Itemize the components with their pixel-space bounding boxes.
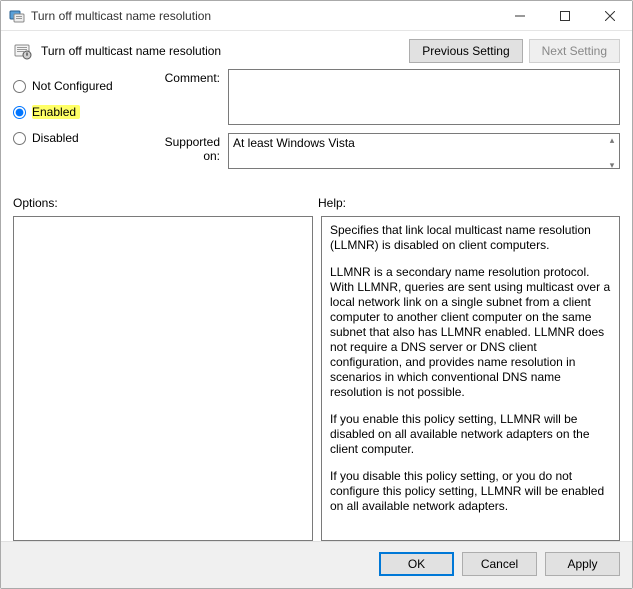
comment-field: Comment: — [148, 69, 620, 125]
radio-not-configured-label: Not Configured — [32, 79, 113, 93]
supported-label: Supported on: — [148, 133, 228, 172]
ok-button[interactable]: OK — [379, 552, 454, 576]
titlebar: Turn off multicast name resolution — [1, 1, 632, 31]
radio-enabled-input[interactable] — [13, 106, 26, 119]
close-button[interactable] — [587, 1, 632, 30]
app-icon — [9, 8, 25, 24]
fields-column: Comment: Supported on: At least Windows … — [148, 69, 620, 180]
pane-labels: Options: Help: — [13, 196, 620, 210]
radio-disabled[interactable]: Disabled — [13, 131, 148, 145]
policy-dialog: Turn off multicast name resolution — [0, 0, 633, 589]
maximize-button[interactable] — [542, 1, 587, 30]
footer: OK Cancel Apply — [1, 541, 632, 588]
radio-disabled-label: Disabled — [32, 131, 79, 145]
radio-enabled-label: Enabled — [32, 105, 80, 119]
help-paragraph: LLMNR is a secondary name resolution pro… — [330, 265, 611, 400]
panes: Specifies that link local multicast name… — [13, 216, 620, 541]
window-controls — [497, 1, 632, 30]
help-pane[interactable]: Specifies that link local multicast name… — [321, 216, 620, 541]
nav-buttons: Previous Setting Next Setting — [409, 39, 620, 63]
apply-button[interactable]: Apply — [545, 552, 620, 576]
help-paragraph: If you enable this policy setting, LLMNR… — [330, 412, 611, 457]
scroll-down-icon[interactable]: ▾ — [605, 160, 619, 170]
radio-not-configured[interactable]: Not Configured — [13, 79, 148, 93]
comment-label: Comment: — [148, 69, 228, 125]
supported-box-wrap: At least Windows Vista ▴ ▾ — [228, 133, 620, 172]
next-setting-button[interactable]: Next Setting — [529, 39, 620, 63]
radio-disabled-input[interactable] — [13, 132, 26, 145]
help-heading: Help: — [318, 196, 346, 210]
top-grid: Not Configured Enabled Disabled Comment: — [13, 69, 620, 180]
options-pane[interactable] — [13, 216, 313, 541]
options-heading: Options: — [13, 196, 318, 210]
cancel-button[interactable]: Cancel — [462, 552, 537, 576]
comment-input[interactable] — [228, 69, 620, 125]
supported-on-box[interactable]: At least Windows Vista — [228, 133, 620, 169]
window-title: Turn off multicast name resolution — [31, 9, 497, 23]
radio-enabled[interactable]: Enabled — [13, 105, 148, 119]
minimize-button[interactable] — [497, 1, 542, 30]
help-paragraph: Specifies that link local multicast name… — [330, 223, 611, 253]
header-row: Turn off multicast name resolution Previ… — [13, 39, 620, 63]
supported-field: Supported on: At least Windows Vista ▴ ▾ — [148, 133, 620, 172]
help-paragraph: If you disable this policy setting, or y… — [330, 469, 611, 514]
radio-not-configured-input[interactable] — [13, 80, 26, 93]
state-radio-group: Not Configured Enabled Disabled — [13, 69, 148, 180]
previous-setting-button[interactable]: Previous Setting — [409, 39, 522, 63]
scroll-up-icon[interactable]: ▴ — [605, 135, 619, 145]
policy-title: Turn off multicast name resolution — [41, 44, 409, 58]
content-area: Turn off multicast name resolution Previ… — [1, 31, 632, 541]
policy-icon — [13, 41, 33, 61]
